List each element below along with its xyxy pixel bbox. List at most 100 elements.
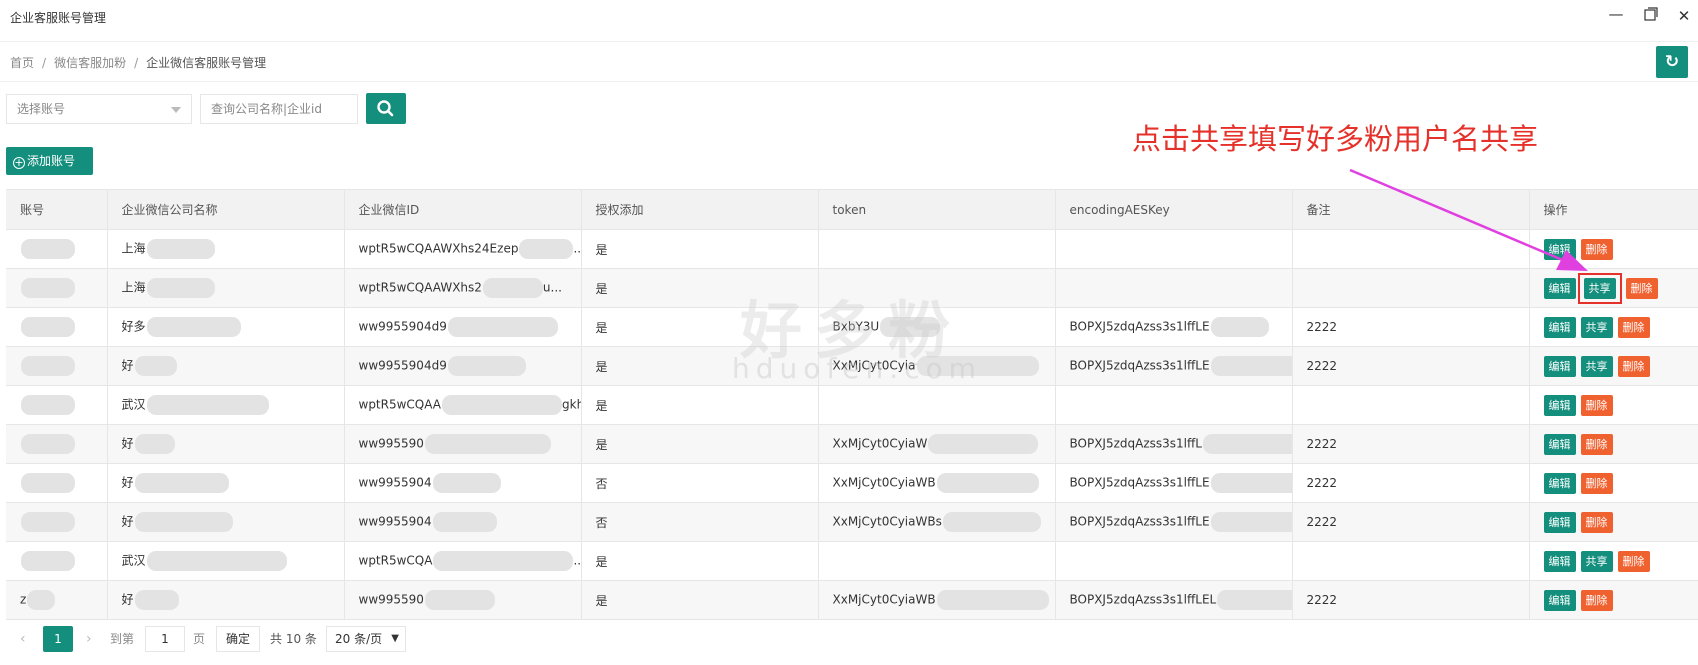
redacted-blur (482, 278, 543, 298)
edit-button[interactable]: 编辑 (1543, 355, 1576, 377)
refresh-button[interactable]: ↻ (1656, 46, 1688, 78)
cell-actions: 编辑 共享 删除 (1529, 307, 1698, 347)
edit-button[interactable]: 编辑 (1543, 277, 1576, 299)
redacted-blur (146, 239, 215, 259)
cell-aes-key (1055, 229, 1293, 269)
delete-button[interactable]: 删除 (1617, 550, 1650, 572)
breadcrumb-wechat-fans[interactable]: 微信客服加粉 (54, 56, 126, 70)
share-button[interactable]: 共享 (1580, 550, 1613, 572)
breadcrumb-separator: / (42, 56, 47, 70)
maximize-icon[interactable] (1641, 6, 1661, 26)
cell-auth: 是 (581, 541, 819, 581)
goto-confirm-button[interactable]: 确定 (216, 626, 260, 652)
cell-auth: 否 (581, 463, 819, 503)
cell-company-text: 上海 (121, 241, 146, 256)
edit-button[interactable]: 编辑 (1543, 550, 1576, 572)
cell-corp-id: wptR5wCQAAWXhs2 u... (344, 268, 582, 308)
cell-company-text: 好 (121, 592, 134, 607)
cell-aes-key (1055, 385, 1293, 425)
goto-page-input[interactable]: 1 (145, 626, 185, 652)
add-account-button[interactable]: + 添加账号 (6, 147, 93, 175)
cell-auth-text: 是 (595, 398, 608, 413)
delete-button[interactable]: 删除 (1617, 316, 1650, 338)
redacted-blur (442, 395, 562, 415)
account-select[interactable]: 选择账号 (6, 94, 192, 124)
cell-account (6, 463, 108, 503)
delete-button[interactable]: 删除 (1580, 472, 1613, 494)
cell-corp-id: ww9955904d9 (344, 346, 582, 386)
redacted-blur (936, 590, 1049, 610)
cell-account (6, 229, 108, 269)
delete-button[interactable]: 删除 (1580, 394, 1613, 416)
prev-page-icon[interactable]: ‹ (20, 626, 26, 652)
redacted-blur (146, 317, 241, 337)
share-button[interactable]: 共享 (1580, 355, 1613, 377)
page-1-button[interactable]: 1 (43, 626, 73, 652)
cell-remark: 2222 (1292, 346, 1530, 386)
cell-corp-id-text: wptR5wCQAAWXhs2 (358, 280, 482, 295)
edit-button[interactable]: 编辑 (1543, 511, 1576, 533)
cell-company: 武汉 (107, 541, 345, 581)
redacted-blur (424, 434, 551, 454)
edit-button[interactable]: 编辑 (1543, 589, 1576, 611)
breadcrumb-home[interactable]: 首页 (10, 56, 34, 70)
cell-remark (1292, 268, 1530, 308)
chevron-down-icon (171, 107, 181, 113)
redacted-blur (146, 551, 287, 571)
cell-company-text: 好 (121, 514, 134, 529)
cell-company-text: 好 (121, 436, 134, 451)
page-size-select[interactable]: 20 条/页 ▼ (326, 626, 406, 652)
cell-account (6, 502, 108, 542)
cell-auth-text: 是 (595, 320, 608, 335)
cell-remark: 2222 (1292, 307, 1530, 347)
cell-company-text: 上海 (121, 280, 146, 295)
share-button[interactable]: 共享 (1580, 316, 1613, 338)
edit-button[interactable]: 编辑 (1543, 316, 1576, 338)
cell-aes-key: BOPXJ5zdqAzss3s1lffLE (1055, 463, 1293, 503)
redacted-blur (21, 434, 75, 454)
delete-button[interactable]: 删除 (1580, 589, 1613, 611)
cell-remark: 2222 (1292, 502, 1530, 542)
table-header-auth: 授权添加 (581, 189, 819, 230)
next-page-icon[interactable]: › (86, 626, 92, 652)
search-input[interactable]: 查询公司名称|企业id (200, 94, 358, 124)
redacted-blur (146, 278, 215, 298)
account-select-placeholder: 选择账号 (17, 102, 66, 116)
redacted-blur (146, 395, 269, 415)
cell-corp-id-text: wptR5wCQA (358, 553, 433, 568)
plus-circle-icon: + (13, 156, 25, 169)
delete-button[interactable]: 删除 (1625, 277, 1658, 299)
redacted-blur (942, 512, 1041, 532)
edit-button[interactable]: 编辑 (1543, 472, 1576, 494)
cell-corp-id-tail: gkhn... (562, 397, 580, 412)
minimize-icon[interactable]: — (1606, 4, 1626, 24)
cell-aes-key: BOPXJ5zdqAzss3s1lffLE (1055, 346, 1293, 386)
cell-account (6, 346, 108, 386)
delete-button[interactable]: 删除 (1580, 433, 1613, 455)
cell-aes-key (1055, 541, 1293, 581)
close-icon[interactable]: ✕ (1674, 6, 1694, 26)
window-title: 企业客服账号管理 (10, 11, 107, 25)
edit-button[interactable]: 编辑 (1543, 433, 1576, 455)
cell-corp-id: ww9955904 (344, 463, 582, 503)
cell-corp-id: ww9955904d9 (344, 307, 582, 347)
redacted-blur (21, 551, 75, 571)
redacted-blur (134, 512, 233, 532)
delete-button[interactable]: 删除 (1617, 355, 1650, 377)
edit-button[interactable]: 编辑 (1543, 238, 1576, 260)
delete-button[interactable]: 删除 (1580, 238, 1613, 260)
cell-aes-key: BOPXJ5zdqAzss3s1lffLEL (1055, 580, 1293, 620)
cell-auth: 是 (581, 424, 819, 464)
cell-company-text: 武汉 (121, 553, 146, 568)
delete-button[interactable]: 删除 (1580, 511, 1613, 533)
share-button[interactable]: 共享 (1583, 277, 1616, 299)
cell-remark: 2222 (1292, 424, 1530, 464)
cell-auth: 是 (581, 580, 819, 620)
cell-actions: 编辑 共享 删除 (1529, 268, 1698, 308)
search-button[interactable] (366, 93, 406, 124)
table-header-token: token (818, 189, 1056, 230)
cell-actions: 编辑 删除 (1529, 463, 1698, 503)
cell-aes-key-text: BOPXJ5zdqAzss3s1lffLE (1069, 319, 1210, 334)
edit-button[interactable]: 编辑 (1543, 394, 1576, 416)
cell-token-text: XxMjCyt0CyiaWB (832, 592, 936, 607)
